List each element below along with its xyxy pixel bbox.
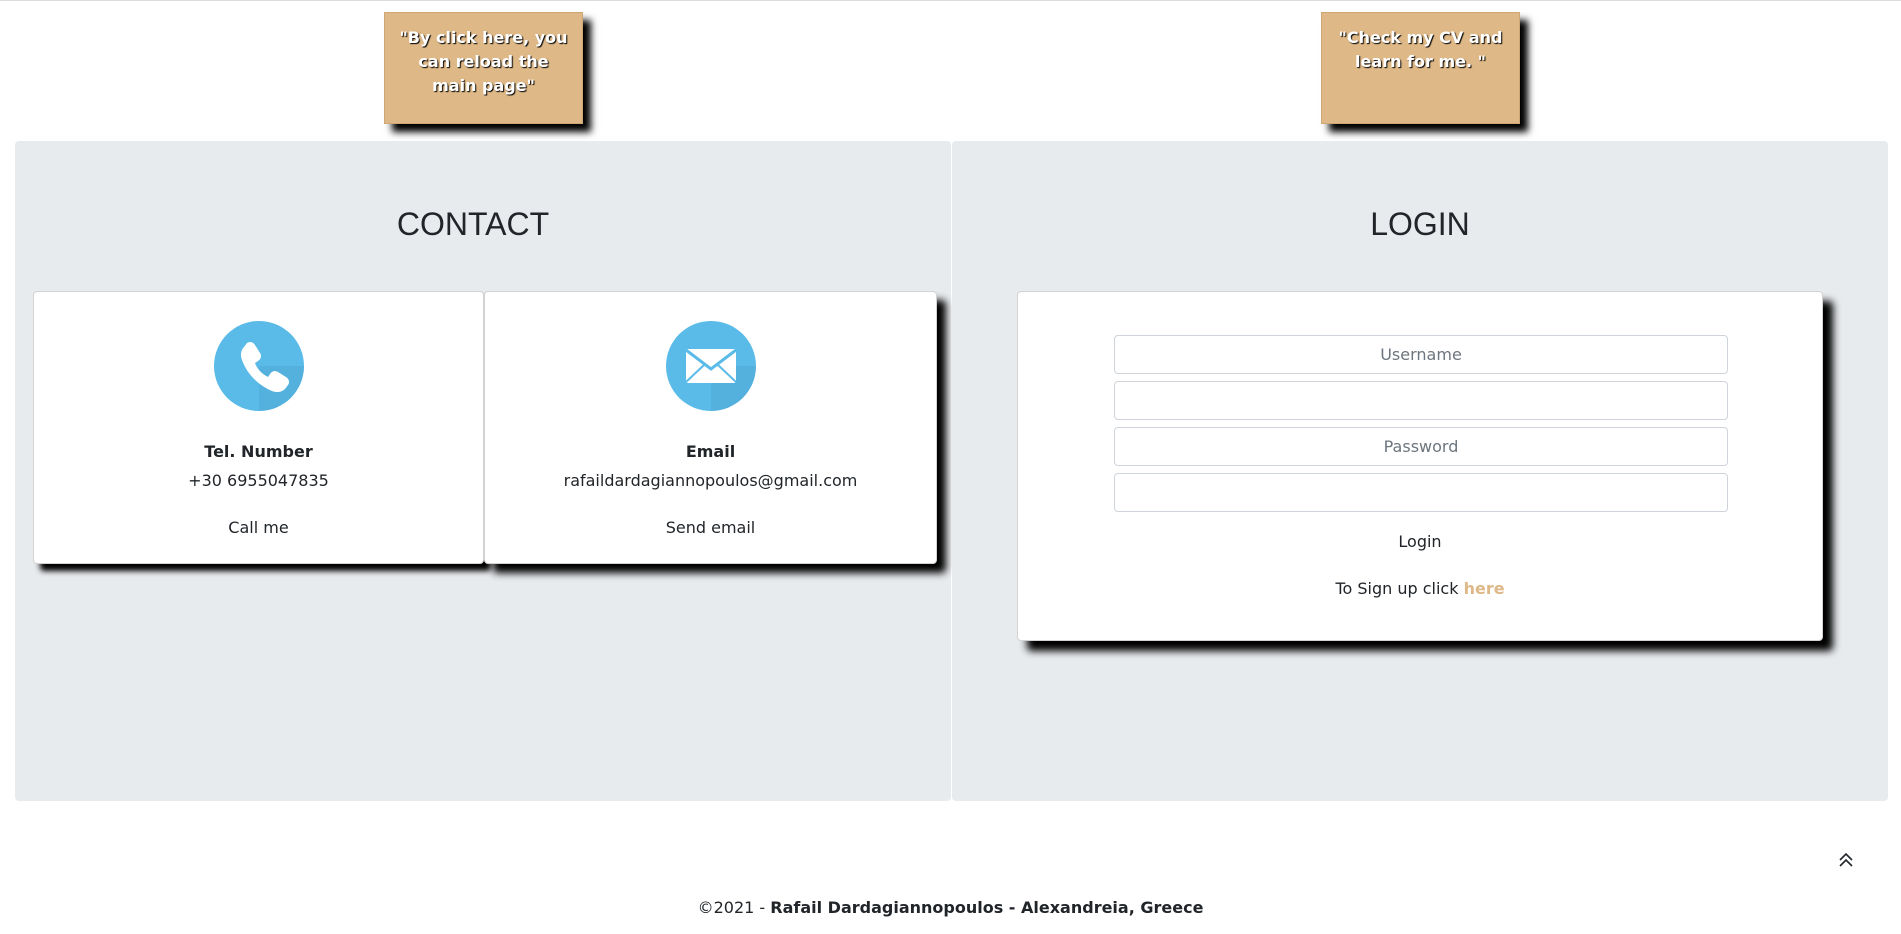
phone-icon bbox=[213, 321, 304, 411]
signup-link[interactable]: here bbox=[1464, 579, 1505, 598]
home-note-button[interactable]: "By click here, you can reload the main … bbox=[384, 12, 583, 124]
call-me-link[interactable]: Call me bbox=[34, 518, 483, 537]
scroll-to-top-icon[interactable] bbox=[1836, 850, 1856, 870]
login-section: LOGIN Login To Sign up click here bbox=[952, 141, 1888, 801]
login-button[interactable]: Login bbox=[1018, 532, 1822, 551]
envelope-icon bbox=[665, 321, 756, 411]
phone-label: Tel. Number bbox=[204, 442, 313, 461]
username-input[interactable] bbox=[1114, 335, 1728, 374]
top-divider bbox=[0, 0, 1901, 1]
username-confirm-input[interactable] bbox=[1114, 381, 1728, 420]
signup-line: To Sign up click here bbox=[1018, 579, 1822, 598]
home-note-text: "By click here, you can reload the main … bbox=[399, 28, 568, 95]
email-card: Email rafaildardagiannopoulos@gmail.com … bbox=[484, 291, 937, 564]
phone-card: Tel. Number +30 6955047835 Call me bbox=[33, 291, 484, 564]
contact-section: CONTACT Tel. Number +30 6955047835 Call … bbox=[15, 141, 951, 801]
email-label: Email bbox=[685, 442, 736, 461]
footer-author: Rafail Dardagiannopoulos - Alexandreia, … bbox=[770, 898, 1204, 917]
cv-note-button[interactable]: "Check my CV and learn for me. " bbox=[1321, 12, 1520, 124]
password-input[interactable] bbox=[1114, 427, 1728, 466]
password-confirm-input[interactable] bbox=[1114, 473, 1728, 512]
footer-copyright: ©2021 - bbox=[697, 898, 771, 917]
contact-title: CONTACT bbox=[396, 206, 550, 242]
cv-note-text: "Check my CV and learn for me. " bbox=[1338, 28, 1503, 71]
phone-value: +30 6955047835 bbox=[188, 471, 329, 490]
send-email-link[interactable]: Send email bbox=[485, 518, 936, 537]
login-form-card: Login To Sign up click here bbox=[1017, 291, 1823, 641]
login-title: LOGIN bbox=[1370, 206, 1470, 242]
footer: ©2021 - Rafail Dardagiannopoulos - Alexa… bbox=[0, 898, 1901, 917]
email-value: rafaildardagiannopoulos@gmail.com bbox=[563, 471, 858, 490]
signup-text: To Sign up click bbox=[1335, 579, 1464, 598]
